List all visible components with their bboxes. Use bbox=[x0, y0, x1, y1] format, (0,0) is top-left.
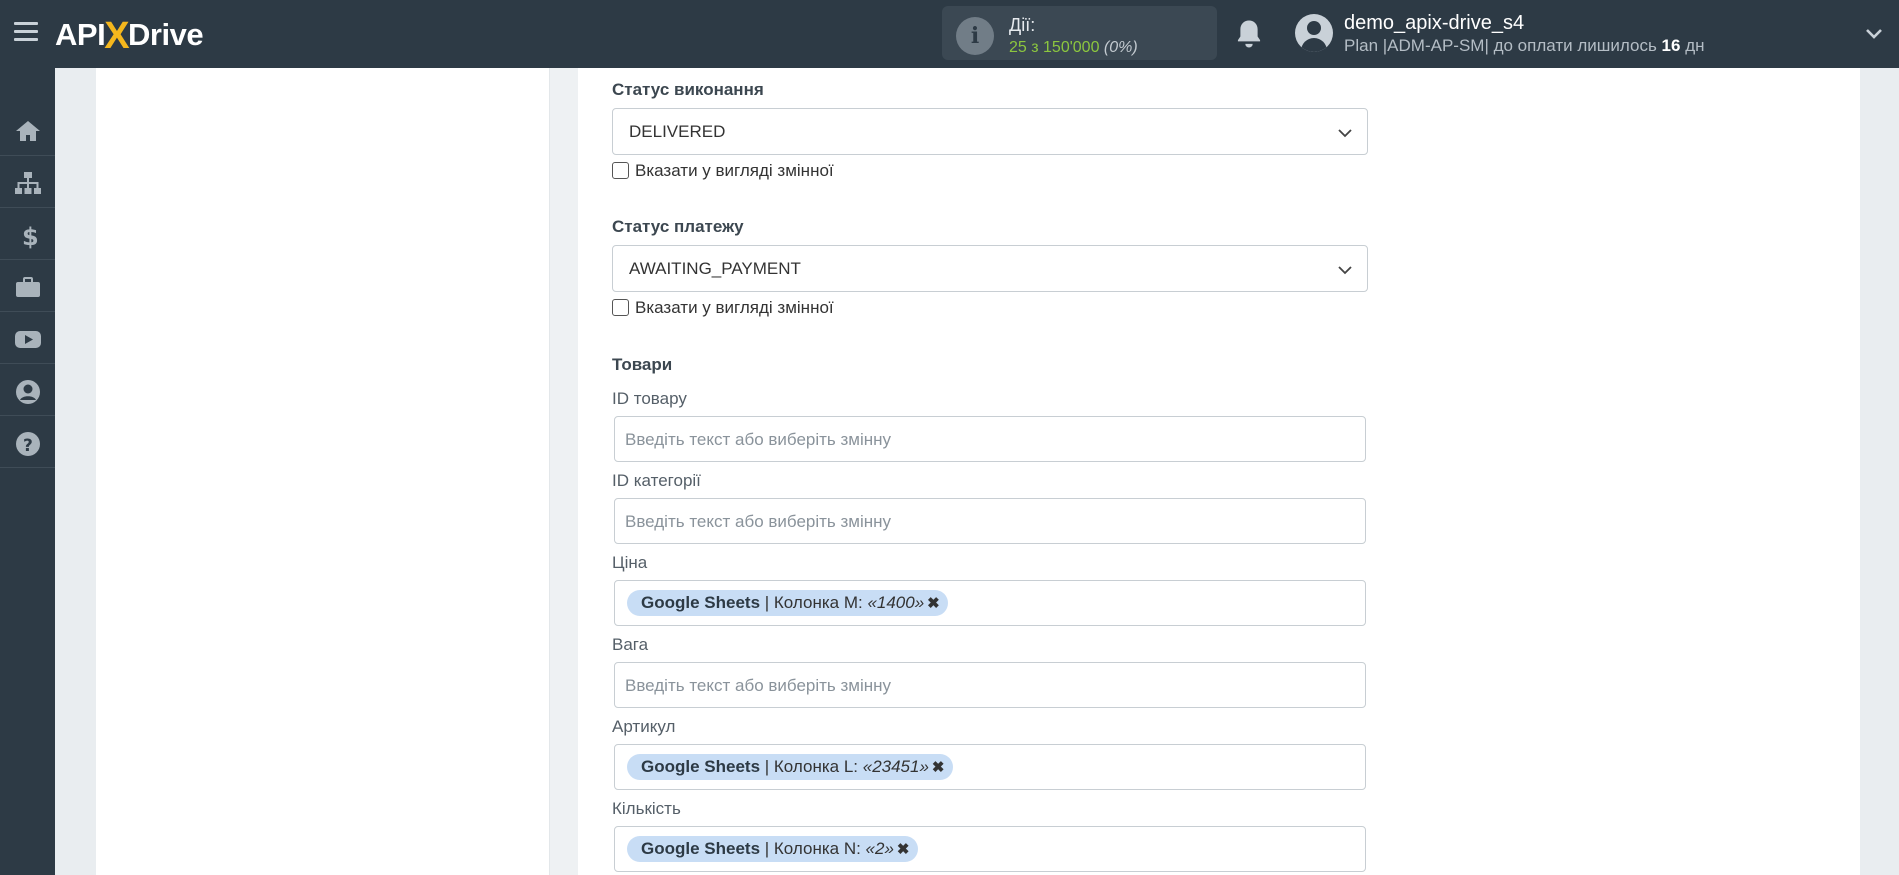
actions-counter: i Дії: 25 з 150'000 (0%) bbox=[942, 6, 1217, 60]
product-id-label: ID товару bbox=[612, 389, 687, 408]
actions-label: Дії: bbox=[1009, 15, 1036, 35]
svg-text:?: ? bbox=[23, 436, 33, 456]
sidebar-item-video[interactable] bbox=[0, 312, 55, 364]
sidebar-item-account[interactable] bbox=[0, 364, 55, 416]
actions-value: 25 з 150'000 (0%) bbox=[1009, 39, 1138, 56]
bell-icon[interactable] bbox=[1234, 18, 1264, 50]
sitemap-icon bbox=[15, 172, 41, 194]
variable-tag[interactable]: Google Sheets | Колонка M: «1400» ✖ bbox=[627, 590, 948, 616]
status-title: Статус виконання bbox=[612, 80, 764, 99]
status-select-value: DELIVERED bbox=[629, 122, 726, 141]
youtube-icon bbox=[15, 331, 41, 348]
username[interactable]: demo_apix-drive_s4 bbox=[1344, 12, 1524, 35]
weight-label: Вага bbox=[612, 635, 649, 654]
checkbox[interactable] bbox=[612, 299, 629, 316]
svg-text:$: $ bbox=[22, 223, 39, 249]
dollar-icon: $ bbox=[22, 223, 39, 249]
variable-tag[interactable]: Google Sheets | Колонка L: «23451» ✖ bbox=[627, 754, 953, 780]
qty-label: Кількість bbox=[612, 799, 681, 818]
remove-tag-icon[interactable]: ✖ bbox=[897, 841, 910, 858]
user-circle-icon bbox=[16, 380, 40, 404]
category-id-label: ID категорії bbox=[612, 471, 701, 490]
logo[interactable]: APIXDrive bbox=[55, 12, 204, 57]
sidebar: $ ? bbox=[0, 68, 55, 875]
remove-tag-icon[interactable]: ✖ bbox=[927, 595, 940, 612]
remove-tag-icon[interactable]: ✖ bbox=[932, 759, 945, 776]
user-avatar-icon[interactable] bbox=[1295, 14, 1333, 52]
checkbox[interactable] bbox=[612, 162, 629, 179]
menu-icon[interactable] bbox=[14, 22, 38, 42]
plan-info: Plan |ADM-AP-SM| до оплати лишилось 16 д… bbox=[1344, 36, 1705, 55]
price-label: Ціна bbox=[612, 553, 648, 572]
sidebar-item-billing[interactable]: $ bbox=[0, 208, 55, 260]
left-column bbox=[96, 68, 550, 875]
sidebar-item-connections[interactable] bbox=[0, 156, 55, 208]
product-id-input[interactable]: Введіть текст або виберіть змінну bbox=[614, 416, 1366, 462]
payment-select-value: AWAITING_PAYMENT bbox=[629, 259, 801, 278]
chevron-down-icon bbox=[1338, 266, 1352, 275]
column-divider bbox=[550, 68, 578, 875]
input-placeholder: Введіть текст або виберіть змінну bbox=[625, 676, 892, 695]
top-bar: APIXDrive i Дії: 25 з 150'000 (0%) demo_… bbox=[0, 0, 1899, 68]
price-input[interactable]: Google Sheets | Колонка M: «1400» ✖ bbox=[614, 580, 1366, 626]
payment-select[interactable]: AWAITING_PAYMENT bbox=[612, 245, 1368, 292]
category-id-input[interactable]: Введіть текст або виберіть змінну bbox=[614, 498, 1366, 544]
sidebar-item-help[interactable]: ? bbox=[0, 416, 55, 468]
sku-input[interactable]: Google Sheets | Колонка L: «23451» ✖ bbox=[614, 744, 1366, 790]
home-icon bbox=[16, 121, 40, 141]
input-placeholder: Введіть текст або виберіть змінну bbox=[625, 512, 892, 531]
payment-title: Статус платежу bbox=[612, 217, 744, 236]
checkbox-label: Вказати у вигляді змінної bbox=[635, 298, 834, 317]
sku-label: Артикул bbox=[612, 717, 676, 736]
goods-title: Товари bbox=[612, 355, 673, 374]
checkbox-label: Вказати у вигляді змінної bbox=[635, 161, 834, 180]
weight-input[interactable]: Введіть текст або виберіть змінну bbox=[614, 662, 1366, 708]
variable-tag[interactable]: Google Sheets | Колонка N: «2» ✖ bbox=[627, 836, 918, 862]
qty-input[interactable]: Google Sheets | Колонка N: «2» ✖ bbox=[614, 826, 1366, 872]
chevron-down-icon[interactable] bbox=[1864, 24, 1884, 44]
sidebar-item-services[interactable] bbox=[0, 260, 55, 312]
briefcase-icon bbox=[16, 277, 40, 297]
question-circle-icon: ? bbox=[16, 432, 40, 456]
sidebar-item-home[interactable] bbox=[0, 104, 55, 156]
chevron-down-icon bbox=[1338, 129, 1352, 138]
input-placeholder: Введіть текст або виберіть змінну bbox=[625, 430, 892, 449]
info-icon: i bbox=[956, 17, 994, 55]
status-select[interactable]: DELIVERED bbox=[612, 108, 1368, 155]
